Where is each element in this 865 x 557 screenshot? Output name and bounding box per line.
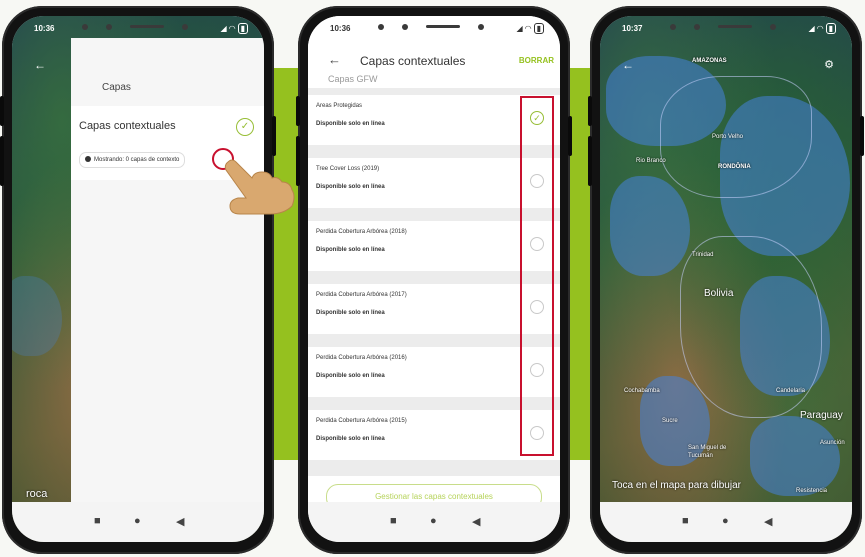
phone-2-screen: 10:36 ◢ ◠ ▮ ← Capas contextuales BORRAR Ca… — [308, 16, 560, 542]
map-label-rio-branco: Rio Branco — [636, 158, 666, 164]
phone-3-screen: AMAZONAS Porto Velho Rio Branco RONDÔNIA… — [600, 16, 852, 542]
layer-subtitle: Disponible solo en línea — [316, 184, 385, 190]
signal-icon: ◢ — [808, 24, 815, 33]
signal-icon: ◢ — [220, 24, 227, 33]
layer-name: Perdida Cobertura Arbórea (2017) — [316, 292, 407, 298]
map-label-bolivia: Bolivia — [704, 288, 734, 299]
info-icon — [85, 156, 91, 162]
map-label-sucre: Sucre — [662, 418, 678, 424]
layer-name: Perdida Cobertura Arbórea (2015) — [316, 418, 407, 424]
layer-name: Perdida Cobertura Arbórea (2016) — [316, 355, 407, 361]
status-time: 10:37 — [622, 24, 643, 33]
wifi-icon: ◠ — [524, 24, 532, 33]
status-time: 10:36 — [34, 24, 55, 33]
back-icon[interactable]: ◀ — [764, 515, 772, 528]
layer-name: Perdida Cobertura Arbórea (2018) — [316, 229, 407, 235]
map-label-rondonia: RONDÔNIA — [718, 164, 751, 170]
layer-subtitle: Disponible solo en línea — [316, 373, 385, 379]
map-hint-text: roca — [26, 488, 48, 500]
layer-subtitle: Disponible solo en línea — [316, 436, 385, 442]
clear-button[interactable]: BORRAR — [519, 56, 554, 65]
contextual-layers-label: Capas contextuales — [79, 120, 176, 132]
back-arrow-icon[interactable]: ← — [34, 58, 46, 72]
android-nav-bar: ■ ● ◀ — [600, 502, 852, 542]
home-icon[interactable]: ● — [134, 515, 141, 527]
drawer-title: Capas — [102, 82, 131, 93]
status-bar: 10:36 ◢ ◠ ▮ — [12, 16, 264, 38]
back-arrow-icon[interactable]: ← — [328, 52, 341, 67]
android-nav-bar: ■ ● ◀ — [308, 502, 560, 542]
layer-subtitle: Disponible solo en línea — [316, 247, 385, 253]
home-icon[interactable]: ● — [430, 515, 437, 527]
phone-3: AMAZONAS Porto Velho Rio Branco RONDÔNIA… — [588, 6, 864, 554]
status-time: 10:36 — [330, 24, 351, 33]
page-title: Capas contextuales — [360, 54, 466, 68]
home-icon[interactable]: ● — [722, 515, 729, 527]
layers-drawer: Capas Capas contextuales ✓ Mostrando: 0 … — [71, 38, 264, 502]
phone-1: roca mapbox 10:36 ◢◠▮ ← Capas Capas cont… — [0, 6, 295, 554]
layer-subtitle: Disponible solo en línea — [316, 310, 385, 316]
wifi-icon: ◠ — [228, 24, 236, 33]
phone-2: 10:36 ◢ ◠ ▮ ← Capas contextuales BORRAR Ca… — [296, 6, 572, 554]
map-label-trinidad: Trinidad — [692, 252, 714, 258]
layer-name: Areas Protegidas — [316, 103, 363, 109]
status-bar: 10:36 ◢ ◠ ▮ — [308, 16, 560, 38]
check-icon: ✓ — [236, 118, 254, 136]
battery-icon: ▮ — [533, 23, 544, 34]
layer-name: Tree Cover Loss (2019) — [316, 166, 380, 172]
map-label-san-miguel: San Miguel de Tucumán — [688, 445, 727, 459]
phone-1-screen: roca mapbox 10:36 ◢◠▮ ← Capas Capas cont… — [12, 16, 264, 542]
back-arrow-icon[interactable]: ← — [622, 58, 634, 72]
recent-apps-icon[interactable]: ■ — [390, 515, 397, 527]
recent-apps-icon[interactable]: ■ — [682, 515, 689, 527]
back-icon[interactable]: ◀ — [472, 515, 480, 528]
app-header: ← Capas contextuales BORRAR Capas GFW — [308, 38, 560, 88]
settings-gear-icon[interactable]: ⚙ — [824, 58, 834, 71]
section-title: Capas GFW — [328, 74, 378, 84]
status-bar: 10:37 ◢ ◠ ▮ — [600, 16, 852, 38]
map-label-candelaria: Candelaria — [776, 388, 806, 394]
map-draw-hint: Toca en el mapa para dibujar — [612, 480, 741, 491]
map-label-amazonas: AMAZONAS — [692, 58, 727, 64]
battery-icon: ▮ — [237, 23, 248, 34]
wifi-icon: ◠ — [816, 24, 824, 33]
layers-count-chip: Mostrando: 0 capas de contexto — [79, 152, 186, 168]
pointing-hand-icon — [224, 159, 295, 215]
back-icon[interactable]: ◀ — [176, 515, 184, 528]
map-label-resistencia: Resistencia — [796, 488, 828, 494]
radio-column-highlight — [520, 96, 554, 456]
map-label-paraguay: Paraguay — [800, 410, 843, 421]
recent-apps-icon[interactable]: ■ — [94, 515, 101, 527]
map-label-cochabamba: Cochabamba — [624, 388, 660, 394]
android-nav-bar: ■ ● ◀ — [12, 502, 264, 542]
battery-icon: ▮ — [825, 23, 836, 34]
layer-subtitle: Disponible solo en línea — [316, 121, 385, 127]
chip-text: Mostrando: 0 capas de contexto — [94, 157, 180, 163]
map-label-porto-velho: Porto Velho — [712, 134, 744, 140]
signal-icon: ◢ — [516, 24, 523, 33]
map-label-asuncion: Asunción — [820, 440, 845, 446]
